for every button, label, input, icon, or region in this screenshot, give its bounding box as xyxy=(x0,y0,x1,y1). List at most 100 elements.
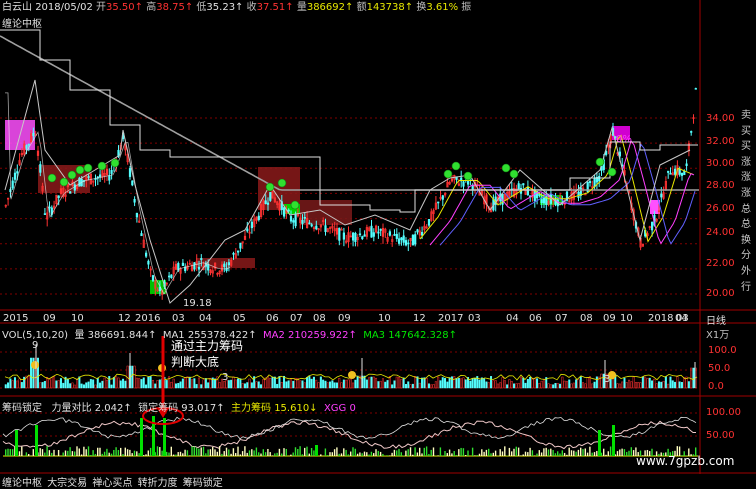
price-tick: 28.00 xyxy=(706,180,735,191)
candle-body xyxy=(251,222,253,228)
chip-bar xyxy=(442,455,443,456)
chip-bar xyxy=(258,452,259,456)
tab-block-trade[interactable]: 大宗交易 xyxy=(46,478,88,489)
volume-bar xyxy=(60,378,62,388)
volume-bar xyxy=(357,376,359,388)
volume-bar xyxy=(279,376,281,388)
chip-bar xyxy=(168,453,169,456)
chip-bar xyxy=(290,455,291,456)
volume-bar xyxy=(76,379,78,388)
chip-bar xyxy=(226,448,227,456)
chip-bar xyxy=(564,453,565,456)
turnover-value: 3.61% xyxy=(426,2,458,13)
chip-bar xyxy=(580,448,581,456)
candle-body xyxy=(405,240,407,245)
candle-body xyxy=(168,276,170,277)
candle-body xyxy=(396,234,398,238)
volume-bar xyxy=(306,377,308,388)
chip-bar xyxy=(120,448,121,456)
price-tick: 24.00 xyxy=(706,227,735,238)
chip-bar xyxy=(440,447,441,456)
candle-body xyxy=(428,219,430,225)
time-axis-label: 03 xyxy=(172,313,185,324)
volume-bar xyxy=(663,381,665,388)
right-info-panel[interactable]: 卖 买 买 涨 涨 涨 总 总 换 分 外 行 xyxy=(741,108,756,295)
chip-bar xyxy=(265,452,266,456)
chip-bar xyxy=(297,449,298,456)
vol-signal-icon xyxy=(348,371,356,379)
buy-marker-icon xyxy=(266,183,274,191)
chip-bar xyxy=(387,455,388,456)
chip-bar xyxy=(396,450,397,456)
candle-body xyxy=(134,199,136,202)
buy-marker-icon xyxy=(608,168,616,176)
chip-header: 筹码锁定 力量对比 2.042↑ 锁定筹码 93.017↑ 主力筹码 15.61… xyxy=(2,399,356,414)
volume-bar xyxy=(256,382,258,388)
chip-bar xyxy=(511,451,512,456)
time-axis-label: 07 xyxy=(555,313,568,324)
chip-bar xyxy=(327,455,328,456)
volume-bar xyxy=(44,381,46,388)
vol-num-3: 3 xyxy=(222,372,228,383)
chip-bar xyxy=(398,449,399,456)
candle-body xyxy=(414,235,416,245)
chip-bar xyxy=(610,447,611,456)
time-axis-label: 10 xyxy=(378,313,391,324)
volume-bar xyxy=(564,381,566,388)
volume-bar xyxy=(447,382,449,388)
volume-bar xyxy=(658,382,660,388)
volume-bar xyxy=(582,383,584,388)
chip-bar xyxy=(520,455,521,456)
chip-bar xyxy=(467,451,468,456)
vol-unit: X1万 xyxy=(706,326,729,341)
pct-label: 0% xyxy=(616,134,632,145)
chip-bar xyxy=(270,452,271,456)
volume-bar xyxy=(10,379,12,388)
chip-bar xyxy=(573,451,574,456)
volume-bar xyxy=(132,366,134,388)
chip-bar xyxy=(99,448,100,456)
volume-bar xyxy=(63,383,65,388)
price-tick: 26.00 xyxy=(706,203,735,214)
volume-bar xyxy=(596,377,598,388)
candle-body xyxy=(463,182,465,187)
annotation-line2: 判断大底 xyxy=(171,354,243,370)
tab-chanxin-buy[interactable]: 禅心买点 xyxy=(91,478,133,489)
vol-tick: 0.0 xyxy=(708,381,724,392)
candle-body xyxy=(371,226,373,237)
candle-body xyxy=(88,176,90,177)
volume-bar xyxy=(456,379,458,388)
candle-body xyxy=(389,232,391,236)
tab-turn-strength[interactable]: 转折力度 xyxy=(137,478,179,489)
volume-bar xyxy=(633,377,635,388)
volume-bars xyxy=(5,345,697,388)
candle-body xyxy=(69,192,71,194)
volume-bar xyxy=(525,383,527,388)
chip-bar xyxy=(12,449,13,456)
candle-body xyxy=(527,188,529,195)
close-value: 37.51↑ xyxy=(257,2,294,13)
chip-bar xyxy=(456,455,457,456)
chip-bar xyxy=(118,450,119,456)
volume-bar xyxy=(589,377,591,388)
day-period-label[interactable]: 日线 xyxy=(706,312,726,327)
volume-label: 量 xyxy=(297,2,307,13)
time-axis-label: 12 xyxy=(413,313,426,324)
volume-bar xyxy=(332,381,334,388)
chip-bar xyxy=(283,448,284,456)
candle-body xyxy=(442,196,444,200)
chip-bar xyxy=(150,448,151,456)
tab-chanlun[interactable]: 缠论中枢 xyxy=(0,478,43,489)
chip-bar xyxy=(237,447,238,456)
chip-bar xyxy=(191,446,192,456)
volume-bar xyxy=(516,384,518,388)
candle-body xyxy=(679,169,681,174)
buy-marker-icon xyxy=(510,170,518,178)
candle-body xyxy=(302,220,304,223)
tab-chip-lock[interactable]: 筹码锁定 xyxy=(182,478,224,489)
volume-bar xyxy=(341,383,343,388)
chip-bar xyxy=(569,448,570,456)
chip-bar xyxy=(198,449,199,456)
chip-bar xyxy=(187,450,188,456)
stock-name: 白云山 xyxy=(2,2,32,13)
